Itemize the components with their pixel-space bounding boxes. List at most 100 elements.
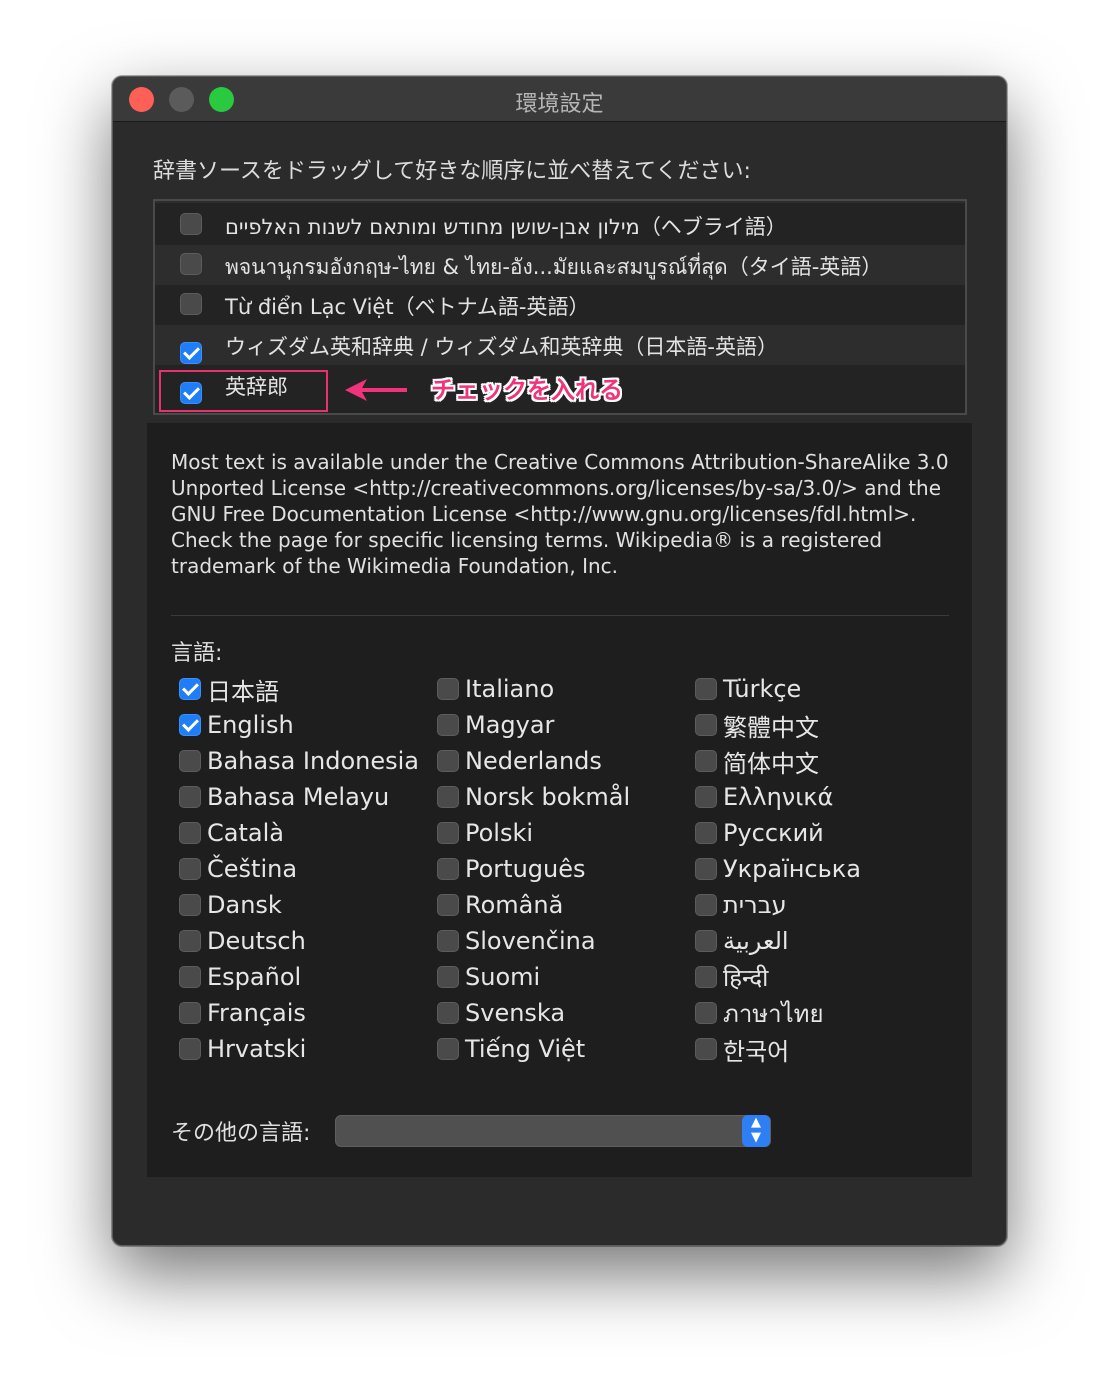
annotation-text: チェックを入れる <box>431 376 623 404</box>
language-checkbox[interactable] <box>437 894 459 916</box>
language-checkbox[interactable] <box>179 786 201 808</box>
language-label: Slovenčina <box>465 927 596 955</box>
language-option[interactable]: 简体中文 <box>695 743 861 779</box>
language-option[interactable]: Tiếng Việt <box>437 1031 630 1067</box>
language-checkbox[interactable] <box>437 1038 459 1060</box>
language-label: العربية <box>723 927 789 955</box>
language-option[interactable]: 日本語 <box>179 671 419 707</box>
wikipedia-settings-panel: Most text is available under the Creativ… <box>147 423 972 1177</box>
language-checkbox[interactable] <box>695 930 717 952</box>
language-option[interactable]: Deutsch <box>179 923 419 959</box>
other-languages-popup[interactable]: ▲ ▼ <box>335 1115 771 1147</box>
language-checkbox[interactable] <box>695 714 717 736</box>
language-label: עברית <box>723 891 787 919</box>
language-option[interactable]: 繁體中文 <box>695 707 861 743</box>
dictionary-instruction: 辞書ソースをドラッグして好きな順序に並べ替えてください: <box>153 159 751 184</box>
language-option[interactable]: English <box>179 707 419 743</box>
dictionary-label: מילון אבן-שושן מחודש ומותאם לשנות האלפיי… <box>225 215 787 239</box>
language-label: Українська <box>723 855 861 883</box>
language-checkbox[interactable] <box>179 714 201 736</box>
dictionary-label: พจนานุกรมอังกฤษ-ไทย & ไทย-อัง...มัยและสม… <box>225 255 883 279</box>
language-checkbox[interactable] <box>179 858 201 880</box>
language-checkbox[interactable] <box>437 930 459 952</box>
language-checkbox[interactable] <box>179 966 201 988</box>
language-option[interactable]: Polski <box>437 815 630 851</box>
language-label: 日本語 <box>207 677 279 706</box>
language-option[interactable]: Norsk bokmål <box>437 779 630 815</box>
language-checkbox[interactable] <box>179 822 201 844</box>
language-option[interactable]: Română <box>437 887 630 923</box>
other-languages-label: その他の言語: <box>171 1121 311 1146</box>
language-label: Español <box>207 963 302 991</box>
language-option[interactable]: Українська <box>695 851 861 887</box>
language-checkbox[interactable] <box>695 822 717 844</box>
language-label: Türkçe <box>723 675 802 703</box>
language-checkbox[interactable] <box>179 894 201 916</box>
language-checkbox[interactable] <box>437 966 459 988</box>
annotation-arrow-icon <box>345 379 407 401</box>
language-option[interactable]: Español <box>179 959 419 995</box>
language-option[interactable]: Svenska <box>437 995 630 1031</box>
language-option[interactable]: Čeština <box>179 851 419 887</box>
language-option[interactable]: עברית <box>695 887 861 923</box>
language-option[interactable]: ภาษาไทย <box>695 995 861 1031</box>
language-label: Magyar <box>465 711 555 739</box>
language-checkbox[interactable] <box>437 678 459 700</box>
language-checkbox[interactable] <box>695 858 717 880</box>
dictionary-checkbox[interactable] <box>180 293 202 315</box>
language-checkbox[interactable] <box>695 786 717 808</box>
language-option[interactable]: Türkçe <box>695 671 861 707</box>
title-bar: 環境設定 <box>113 77 1006 122</box>
language-option[interactable]: Русский <box>695 815 861 851</box>
language-option[interactable]: Hrvatski <box>179 1031 419 1067</box>
language-label: Português <box>465 855 586 883</box>
language-checkbox[interactable] <box>437 1002 459 1024</box>
dictionary-checkbox[interactable] <box>180 342 202 364</box>
language-option[interactable]: Dansk <box>179 887 419 923</box>
language-option[interactable]: Nederlands <box>437 743 630 779</box>
language-checkbox[interactable] <box>695 750 717 772</box>
language-column: Türkçe 繁體中文 简体中文 Ελληνικά Русский Українська ע… <box>695 671 861 1067</box>
language-checkbox[interactable] <box>437 714 459 736</box>
dictionary-row[interactable]: מילון אבן-שושן מחודש ומותאם לשנות האלפיי… <box>155 205 965 245</box>
language-option[interactable]: العربية <box>695 923 861 959</box>
language-option[interactable]: 한국어 <box>695 1031 861 1067</box>
language-option[interactable]: Italiano <box>437 671 630 707</box>
language-checkbox[interactable] <box>695 966 717 988</box>
language-option[interactable]: हिन्दी <box>695 959 861 995</box>
language-option[interactable]: Bahasa Melayu <box>179 779 419 815</box>
dictionary-row[interactable]: Từ điển Lạc Việt（ベトナム語-英語） <box>155 285 965 325</box>
language-option[interactable]: Français <box>179 995 419 1031</box>
language-option[interactable]: Ελληνικά <box>695 779 861 815</box>
language-checkbox[interactable] <box>179 1038 201 1060</box>
language-checkbox[interactable] <box>695 1038 717 1060</box>
dictionary-row[interactable]: พจนานุกรมอังกฤษ-ไทย & ไทย-อัง...มัยและสม… <box>155 245 965 285</box>
language-label: हिन्दी <box>723 963 769 992</box>
language-checkbox[interactable] <box>437 750 459 772</box>
language-checkbox[interactable] <box>695 1002 717 1024</box>
dictionary-row[interactable]: ウィズダム英和辞典 / ウィズダム和英辞典（日本語-英語） <box>155 325 965 365</box>
language-label: Français <box>207 999 306 1027</box>
language-checkbox[interactable] <box>437 858 459 880</box>
language-label: Bahasa Indonesia <box>207 747 419 775</box>
language-checkbox[interactable] <box>695 894 717 916</box>
language-checkbox[interactable] <box>179 1002 201 1024</box>
language-option[interactable]: Català <box>179 815 419 851</box>
language-checkbox[interactable] <box>179 930 201 952</box>
language-checkbox[interactable] <box>179 678 201 700</box>
language-option[interactable]: Português <box>437 851 630 887</box>
language-option[interactable]: Suomi <box>437 959 630 995</box>
dictionary-row-partial <box>155 201 965 203</box>
license-text: Most text is available under the Creativ… <box>171 450 949 578</box>
language-checkbox[interactable] <box>695 678 717 700</box>
language-checkbox[interactable] <box>437 786 459 808</box>
language-checkbox[interactable] <box>179 750 201 772</box>
language-label: Dansk <box>207 891 282 919</box>
language-label: Nederlands <box>465 747 602 775</box>
dictionary-checkbox[interactable] <box>180 253 202 275</box>
dictionary-checkbox[interactable] <box>180 213 202 235</box>
language-option[interactable]: Bahasa Indonesia <box>179 743 419 779</box>
language-option[interactable]: Magyar <box>437 707 630 743</box>
language-option[interactable]: Slovenčina <box>437 923 630 959</box>
language-checkbox[interactable] <box>437 822 459 844</box>
